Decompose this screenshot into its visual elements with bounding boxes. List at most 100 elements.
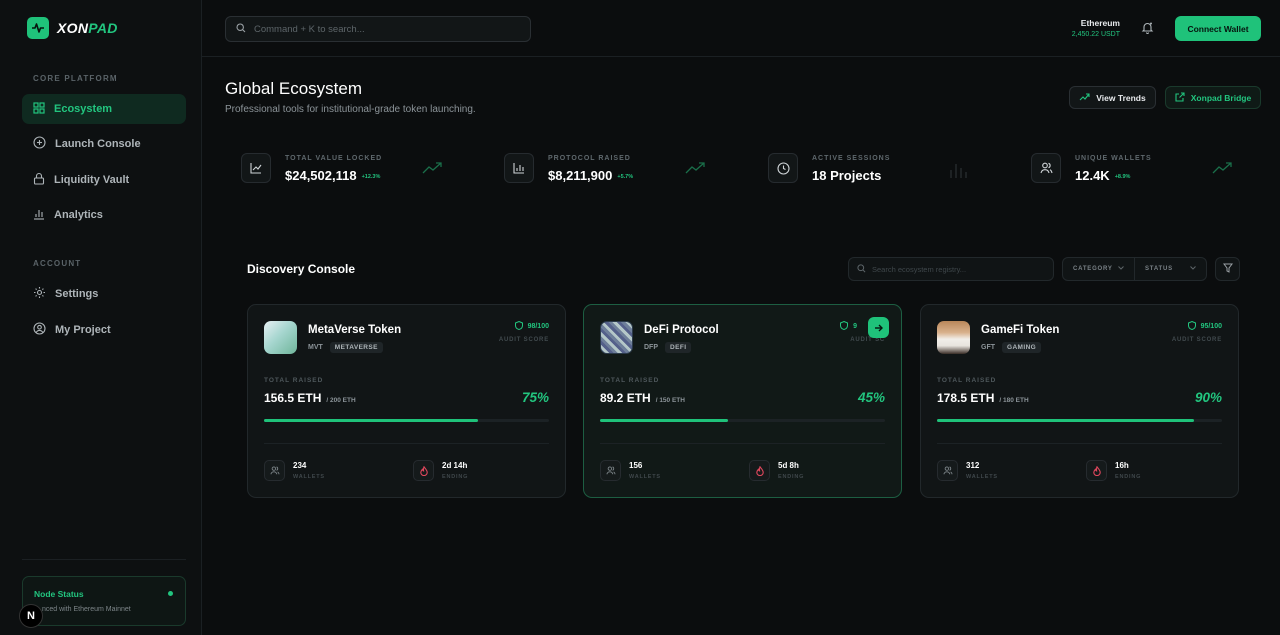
chevron-down-icon [1190, 266, 1196, 272]
sidebar-item-label: Launch Console [55, 138, 141, 150]
bell-icon[interactable] [1141, 21, 1154, 39]
sidebar-item-ecosystem[interactable]: Ecosystem [22, 94, 186, 124]
sidebar-item-label: Settings [55, 288, 99, 300]
audit-label: AUDIT SCORE [498, 337, 549, 343]
flame-icon [413, 460, 434, 481]
filter-group: CATEGORY STATUS [1062, 257, 1207, 281]
network-name: Ethereum [1080, 18, 1120, 28]
project-symbol: GFT [981, 344, 995, 351]
project-symbol: DFP [644, 344, 658, 351]
raised-goal: / 180 ETH [999, 397, 1029, 404]
user-circle-icon [33, 322, 46, 338]
section-label-account: ACCOUNT [33, 259, 82, 268]
raised-goal: / 200 ETH [326, 397, 356, 404]
external-link-icon [1175, 91, 1185, 104]
wallets-meta: 234 WALLETS [264, 460, 325, 481]
node-status-subtitle: nced with Ethereum Mainnet [42, 606, 131, 613]
funnel-icon [1222, 260, 1233, 278]
project-tag: DEFI [665, 342, 692, 353]
connect-wallet-button[interactable]: Connect Wallet [1175, 16, 1261, 41]
stat-label: TOTAL VALUE LOCKED [285, 155, 383, 162]
registry-search[interactable] [848, 257, 1054, 281]
stat-value: 12.4K +8.9% [1075, 168, 1131, 183]
progress-bar-fill [937, 419, 1194, 422]
wallets-count: 234 [293, 461, 307, 470]
page-title: Global Ecosystem [225, 79, 362, 98]
sidebar-item-liquidity-vault[interactable]: Liquidity Vault [22, 165, 186, 195]
discovery-title: Discovery Console [247, 262, 356, 276]
card-divider [937, 443, 1222, 444]
xonpad-bridge-label: Xonpad Bridge [1190, 92, 1252, 103]
progress-bar-fill [600, 419, 729, 422]
global-search[interactable] [225, 16, 531, 42]
ending-value: 5d 8h [778, 461, 799, 470]
shield-icon [514, 320, 523, 332]
ending-value: 2d 14h [442, 461, 468, 470]
registry-search-input[interactable] [872, 264, 1047, 274]
raised-value: 89.2 ETH/ 150 ETH [600, 391, 685, 405]
project-symbol-row: DFP DEFI [644, 342, 692, 353]
open-project-button[interactable] [868, 317, 889, 338]
stat-value: $24,502,118 +12.3% [285, 168, 381, 183]
category-filter[interactable]: CATEGORY [1063, 258, 1134, 280]
page-subtitle: Professional tools for institutional-gra… [225, 104, 476, 115]
search-input[interactable] [254, 23, 514, 35]
search-icon [236, 20, 246, 38]
audit-value: 95/100 [1200, 323, 1222, 330]
wallets-label: WALLETS [629, 474, 661, 480]
project-card-metaverse[interactable]: MetaVerse Token MVT METAVERSE 98/100 AUDI… [247, 304, 566, 498]
card-divider [264, 443, 549, 444]
flame-icon [749, 460, 770, 481]
trending-up-icon [1212, 161, 1232, 179]
arrow-right-icon [874, 319, 883, 337]
trending-up-icon [685, 161, 705, 179]
dev-tools-badge[interactable]: N [19, 604, 43, 628]
wallets-meta: 156 WALLETS [600, 460, 661, 481]
users-icon [264, 460, 285, 481]
project-tag: METAVERSE [329, 342, 383, 353]
line-chart-icon [241, 153, 271, 183]
users-icon [1031, 153, 1061, 183]
bar-chart-icon [33, 208, 45, 223]
sidebar-item-my-project[interactable]: My Project [22, 315, 186, 345]
progress-bar [264, 419, 549, 422]
card-divider [600, 443, 885, 444]
gear-icon [33, 286, 46, 302]
project-name: GameFi Token [981, 324, 1060, 336]
stat-delta: +12.3% [361, 173, 381, 180]
clock-icon [768, 153, 798, 183]
view-trends-button[interactable]: View Trends [1069, 86, 1156, 109]
app-root: XONPAD CORE PLATFORM Ecosystem Launch Co… [0, 0, 1280, 635]
audit-value: 98/100 [527, 323, 549, 330]
ending-label: ENDING [442, 474, 469, 480]
audit-label: AUDIT SCORE [1171, 337, 1222, 343]
filter-button[interactable] [1215, 257, 1240, 281]
brand-logo[interactable]: XONPAD [27, 17, 118, 39]
project-symbol: MVT [308, 344, 323, 351]
ending-meta: 2d 14h ENDING [413, 460, 468, 481]
sidebar-item-label: Analytics [54, 209, 103, 221]
sidebar-item-launch-console[interactable]: Launch Console [22, 129, 186, 159]
sidebar-item-analytics[interactable]: Analytics [22, 200, 186, 230]
section-label-platform: CORE PLATFORM [33, 74, 118, 83]
sidebar-divider [22, 559, 186, 560]
sidebar-item-label: Ecosystem [54, 103, 113, 115]
sidebar-item-settings[interactable]: Settings [22, 279, 186, 309]
chevron-down-icon [1118, 266, 1124, 272]
trending-up-icon [1079, 92, 1090, 103]
project-card-gamefi[interactable]: GameFi Token GFT GAMING 95/100 AUDIT SCOR… [920, 304, 1239, 498]
project-symbol-row: GFT GAMING [981, 342, 1042, 353]
wallets-meta: 312 WALLETS [937, 460, 998, 481]
raised-value: 178.5 ETH/ 180 ETH [937, 391, 1029, 405]
progress-bar-fill [264, 419, 478, 422]
progress-percent: 90% [1194, 390, 1222, 405]
status-filter[interactable]: STATUS [1134, 258, 1206, 280]
project-symbol-row: MVT METAVERSE [308, 342, 383, 353]
project-thumbnail [600, 321, 633, 354]
wallet-balance: 2,450.22 USDT [1071, 31, 1120, 38]
status-filter-label: STATUS [1145, 266, 1173, 272]
project-card-defi[interactable]: DeFi Protocol DFP DEFI 9 AUDIT SC TOTAL R… [583, 304, 902, 498]
xonpad-bridge-button[interactable]: Xonpad Bridge [1165, 86, 1261, 109]
progress-bar [600, 419, 885, 422]
category-filter-label: CATEGORY [1073, 266, 1113, 272]
